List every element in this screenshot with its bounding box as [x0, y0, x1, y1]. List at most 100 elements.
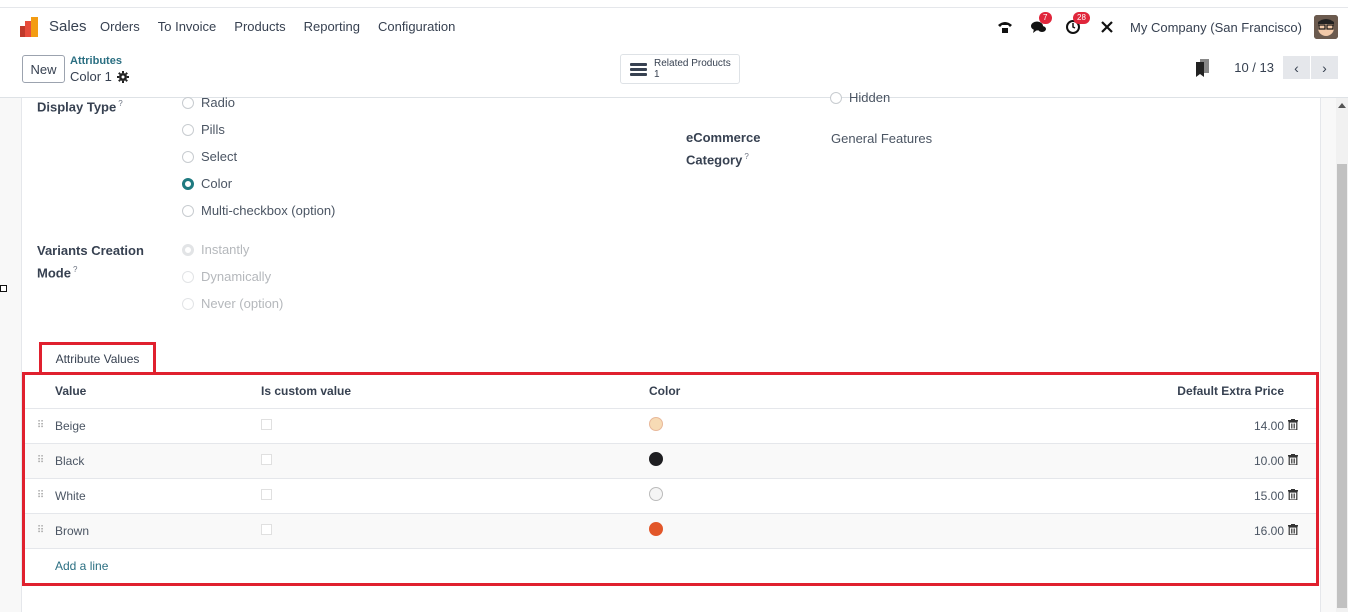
smart-button-label: Related Products	[654, 58, 731, 69]
menu-configuration[interactable]: Configuration	[378, 19, 455, 34]
radio-button[interactable]	[830, 91, 842, 104]
table-header-row: Value Is custom value Color Default Extr…	[25, 375, 1316, 409]
menu-to-invoice[interactable]: To Invoice	[158, 19, 217, 34]
value-cell[interactable]: Black	[55, 443, 261, 479]
radio-button[interactable]	[182, 123, 194, 136]
color-swatch[interactable]	[649, 522, 663, 536]
debug-tools-icon[interactable]	[1096, 16, 1118, 38]
handle-column-header	[25, 375, 55, 409]
table-row[interactable]: ⠿ Black 10.00	[25, 443, 1316, 479]
radio-button-checked[interactable]	[182, 177, 194, 190]
is-custom-checkbox[interactable]	[261, 488, 272, 500]
form-sheet: Display Type? Radio Pills Select Color M…	[22, 90, 1320, 612]
pager-value[interactable]: 10 / 13	[1234, 60, 1274, 75]
is-custom-checkbox[interactable]	[261, 418, 272, 430]
menu-reporting[interactable]: Reporting	[304, 19, 360, 34]
breadcrumb-current: Color 1	[70, 69, 129, 84]
drag-handle-icon[interactable]: ⠿	[25, 443, 55, 479]
pager-next-button[interactable]: ›	[1311, 56, 1338, 79]
column-header-value[interactable]: Value	[55, 375, 261, 409]
value-cell[interactable]: Brown	[55, 513, 261, 549]
radio-button[interactable]	[182, 96, 194, 109]
table-row[interactable]: ⠿ Beige 14.00	[25, 408, 1316, 444]
activities-clock-icon[interactable]: 28	[1062, 12, 1090, 38]
table-row[interactable]: ⠿ Brown 16.00	[25, 513, 1316, 549]
scroll-up-arrow-icon[interactable]	[1338, 103, 1346, 108]
display-type-color[interactable]: Color	[182, 176, 232, 191]
list-icon	[630, 61, 647, 78]
color-cell	[649, 443, 790, 479]
delete-row-button[interactable]	[1288, 408, 1316, 444]
extra-price-cell[interactable]: 14.00	[789, 408, 1288, 444]
column-header-color[interactable]: Color	[649, 375, 790, 409]
display-type-label: Display Type?	[37, 99, 123, 115]
ecommerce-category-value[interactable]: General Features	[831, 131, 932, 146]
color-swatch[interactable]	[649, 417, 663, 431]
smart-button-count: 1	[654, 69, 660, 80]
radio-button-checked	[182, 243, 194, 256]
color-swatch[interactable]	[649, 487, 663, 501]
scrollbar[interactable]	[1336, 98, 1348, 612]
right-gutter	[1320, 98, 1336, 612]
user-avatar[interactable]	[1314, 15, 1338, 39]
column-header-is-custom[interactable]: Is custom value	[261, 375, 649, 409]
value-cell[interactable]: White	[55, 478, 261, 514]
is-custom-cell	[261, 478, 649, 514]
visibility-hidden[interactable]: Hidden	[830, 90, 890, 105]
delete-row-button[interactable]	[1288, 443, 1316, 479]
pager-previous-button[interactable]: ‹	[1283, 56, 1310, 79]
menu-orders[interactable]: Orders	[100, 19, 140, 34]
variants-creation-mode-label: Variants Creation Mode?	[37, 243, 144, 281]
help-icon[interactable]: ?	[73, 265, 77, 274]
variants-mode-never: Never (option)	[182, 296, 283, 311]
company-switcher[interactable]: My Company (San Francisco)	[1130, 20, 1302, 35]
radio-button[interactable]	[182, 204, 194, 217]
display-type-pills[interactable]: Pills	[182, 122, 225, 137]
drag-handle-icon[interactable]: ⠿	[25, 408, 55, 444]
bookmark-icon[interactable]	[1196, 58, 1210, 77]
add-line-row: Add a line	[25, 548, 1316, 583]
scroll-thumb[interactable]	[1337, 164, 1347, 608]
breadcrumb-attributes[interactable]: Attributes	[70, 55, 122, 67]
extra-price-cell[interactable]: 16.00	[789, 513, 1288, 549]
display-type-select[interactable]: Select	[182, 149, 237, 164]
help-icon[interactable]: ?	[118, 99, 122, 108]
delete-row-button[interactable]	[1288, 478, 1316, 514]
is-custom-cell	[261, 443, 649, 479]
drag-handle-icon[interactable]: ⠿	[25, 478, 55, 514]
trash-icon	[1288, 488, 1298, 501]
menu-products[interactable]: Products	[234, 19, 285, 34]
top-menu: Orders To Invoice Products Reporting Con…	[100, 19, 473, 34]
extra-price-cell[interactable]: 10.00	[789, 443, 1288, 479]
table-row[interactable]: ⠿ White 15.00	[25, 478, 1316, 514]
extra-price-cell[interactable]: 15.00	[789, 478, 1288, 514]
delete-row-button[interactable]	[1288, 513, 1316, 549]
radio-button[interactable]	[182, 150, 194, 163]
related-products-button[interactable]: Related Products 1	[620, 54, 740, 84]
record-name: Color 1	[70, 69, 112, 84]
gear-icon[interactable]	[116, 70, 129, 83]
display-type-multi-checkbox[interactable]: Multi-checkbox (option)	[182, 203, 335, 218]
phone-icon[interactable]	[994, 16, 1016, 38]
resize-handle[interactable]	[0, 285, 7, 292]
trash-column-header	[1288, 375, 1316, 409]
help-icon[interactable]: ?	[744, 152, 748, 161]
display-type-radio[interactable]: Radio	[182, 95, 235, 110]
variants-mode-instantly: Instantly	[182, 242, 249, 257]
radio-button	[182, 270, 194, 283]
sales-app-logo-icon[interactable]	[20, 17, 40, 37]
app-name[interactable]: Sales	[49, 18, 87, 35]
radio-button	[182, 297, 194, 310]
main-navbar: Sales Orders To Invoice Products Reporti…	[0, 8, 1348, 46]
color-cell	[649, 408, 790, 444]
messages-icon[interactable]: 7	[1028, 12, 1052, 38]
column-header-extra-price[interactable]: Default Extra Price	[789, 375, 1288, 409]
is-custom-checkbox[interactable]	[261, 453, 272, 465]
value-cell[interactable]: Beige	[55, 408, 261, 444]
add-a-line-link[interactable]: Add a line	[55, 548, 1316, 583]
new-button[interactable]: New	[22, 55, 65, 83]
tab-attribute-values[interactable]: Attribute Values	[39, 342, 156, 372]
color-swatch[interactable]	[649, 452, 663, 466]
drag-handle-icon[interactable]: ⠿	[25, 513, 55, 549]
is-custom-checkbox[interactable]	[261, 523, 272, 535]
